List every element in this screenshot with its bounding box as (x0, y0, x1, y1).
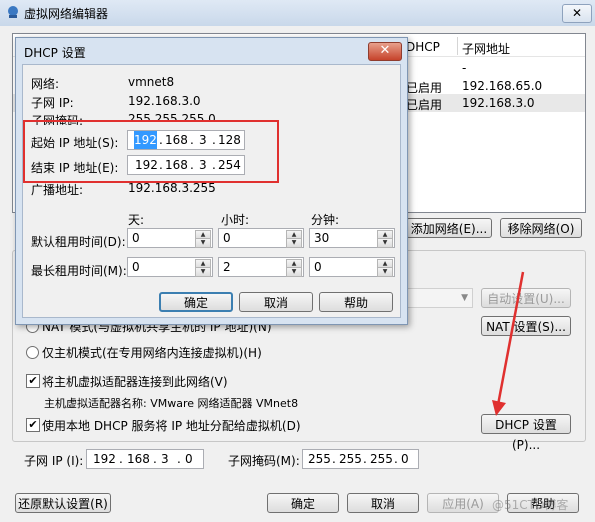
max-lease-label: 最长租用时间(M): (31, 264, 127, 278)
host-only-mode-label[interactable]: 仅主机模式(在专用网络内连接虚拟机)(H) (42, 344, 262, 361)
use-dhcp-label[interactable]: 使用本地 DHCP 服务将 IP 地址分配给虚拟机(D) (42, 417, 301, 434)
subnet-mask-label: 子网掩码(M): (228, 454, 300, 468)
max-lease-minutes-value: 0 (314, 260, 322, 274)
default-lease-hours[interactable]: 0 ▲ ▼ (218, 228, 304, 248)
subnet-ip-label: 子网 IP (I): (24, 454, 84, 468)
red-arrow-annotation (492, 271, 525, 416)
end-ip-octet-1: 192 (135, 158, 158, 172)
end-ip-field[interactable]: 192 . 168 . 3 . 254 (127, 155, 245, 175)
bridged-adapter-select[interactable]: ▼ (400, 288, 473, 308)
subnet-mask-octet-2: 255 (339, 452, 362, 466)
table-row-2-subnet: 192.168.65.0 (462, 79, 543, 93)
max-lease-days[interactable]: 0 ▲ ▼ (127, 257, 213, 277)
watermark: @51CTO博客 (492, 498, 569, 512)
table-row-3-dhcp: 已启用 (406, 98, 443, 112)
end-ip-octet-4: 254 (218, 158, 241, 172)
spin-down-icon[interactable]: ▼ (377, 238, 393, 248)
start-ip-octet-3: 3 (199, 133, 207, 147)
default-lease-minutes-value: 30 (314, 231, 330, 245)
apply-button[interactable]: 应用(A) (427, 493, 499, 513)
start-ip-label: 起始 IP 地址(S): (31, 136, 119, 150)
table-row-3-subnet: 192.168.3.0 (462, 96, 535, 110)
subnet-ip-octet-4: 0 (185, 452, 193, 466)
add-network-button[interactable]: 添加网络(E)... (406, 218, 492, 238)
network-value: vmnet8 (128, 75, 175, 89)
start-ip-octet-4: 128 (218, 133, 241, 147)
dialog-help-button[interactable]: 帮助 (319, 292, 393, 312)
subnet-ip-octet-3: 3 (161, 452, 169, 466)
dialog-ok-button[interactable]: 确定 (159, 292, 233, 312)
max-lease-hours[interactable]: 2 ▲ ▼ (218, 257, 304, 277)
header-divider (457, 37, 458, 55)
subnet-ip-octet-2: 168 (127, 452, 150, 466)
table-header-subnet[interactable]: 子网地址 (462, 40, 510, 57)
cancel-button[interactable]: 取消 (347, 493, 419, 513)
dialog-title: DHCP 设置 (24, 46, 86, 60)
dialog-subnet-ip-label: 子网 IP: (31, 96, 74, 110)
table-row-1-subnet: - (462, 61, 467, 75)
days-column-label: 天: (128, 213, 145, 227)
restore-defaults-button[interactable]: 还原默认设置(R) (15, 493, 111, 513)
hours-column-label: 小时: (221, 213, 250, 227)
subnet-ip-octet-1: 192 (93, 452, 116, 466)
use-dhcp-checkbox[interactable]: ✔ (26, 418, 40, 432)
network-label: 网络: (31, 77, 60, 91)
default-lease-days[interactable]: 0 ▲ ▼ (127, 228, 213, 248)
broadcast-value: 192.168.3.255 (128, 181, 216, 195)
spin-down-icon[interactable]: ▼ (286, 267, 302, 277)
main-titlebar: 虚拟网络编辑器 ✕ (0, 0, 595, 26)
default-lease-hours-value: 0 (223, 231, 231, 245)
subnet-ip-field[interactable]: 192 . 168 . 3 . 0 (86, 449, 204, 469)
end-ip-label: 结束 IP 地址(E): (31, 161, 119, 175)
connect-adapter-checkbox[interactable]: ✔ (26, 374, 40, 388)
spin-down-icon[interactable]: ▼ (286, 238, 302, 248)
minutes-column-label: 分钟: (311, 213, 340, 227)
ok-button[interactable]: 确定 (267, 493, 339, 513)
default-lease-days-value: 0 (132, 231, 140, 245)
broadcast-label: 广播地址: (31, 183, 84, 197)
connect-adapter-label[interactable]: 将主机虚拟适配器连接到此网络(V) (42, 373, 228, 390)
dialog-subnet-ip-value: 192.168.3.0 (128, 94, 201, 108)
subnet-mask-field[interactable]: 255 . 255 . 255 . 0 (302, 449, 419, 469)
subnet-mask-octet-4: 0 (401, 452, 409, 466)
max-lease-hours-value: 2 (223, 260, 231, 274)
dialog-cancel-button[interactable]: 取消 (239, 292, 313, 312)
close-icon: ✕ (571, 6, 583, 20)
subnet-mask-octet-3: 255 (370, 452, 393, 466)
dialog-close-button[interactable]: ✕ (368, 42, 402, 61)
adapter-name-text: 主机虚拟适配器名称: VMware 网络适配器 VMnet8 (44, 397, 299, 410)
chevron-down-icon: ▼ (461, 293, 468, 303)
default-lease-minutes[interactable]: 30 ▲ ▼ (309, 228, 395, 248)
app-icon (6, 5, 20, 19)
start-ip-octet-2: 168 (165, 133, 188, 147)
window-title: 虚拟网络编辑器 (24, 7, 109, 21)
remove-network-button[interactable]: 移除网络(O) (500, 218, 582, 238)
default-lease-label: 默认租用时间(D): (31, 235, 126, 249)
table-header-dhcp[interactable]: DHCP (406, 40, 440, 54)
spin-down-icon[interactable]: ▼ (377, 267, 393, 277)
close-button[interactable]: ✕ (562, 4, 592, 23)
close-icon: ✕ (379, 43, 391, 58)
max-lease-minutes[interactable]: 0 ▲ ▼ (309, 257, 395, 277)
end-ip-octet-3: 3 (199, 158, 207, 172)
subnet-mask-octet-1: 255 (308, 452, 331, 466)
spin-down-icon[interactable]: ▼ (195, 238, 211, 248)
start-ip-octet-1: 192 (134, 131, 157, 149)
end-ip-octet-2: 168 (165, 158, 188, 172)
spin-down-icon[interactable]: ▼ (195, 267, 211, 277)
start-ip-field[interactable]: 192 . 168 . 3 . 128 (127, 130, 245, 150)
host-only-mode-radio[interactable] (26, 346, 39, 359)
max-lease-days-value: 0 (132, 260, 140, 274)
